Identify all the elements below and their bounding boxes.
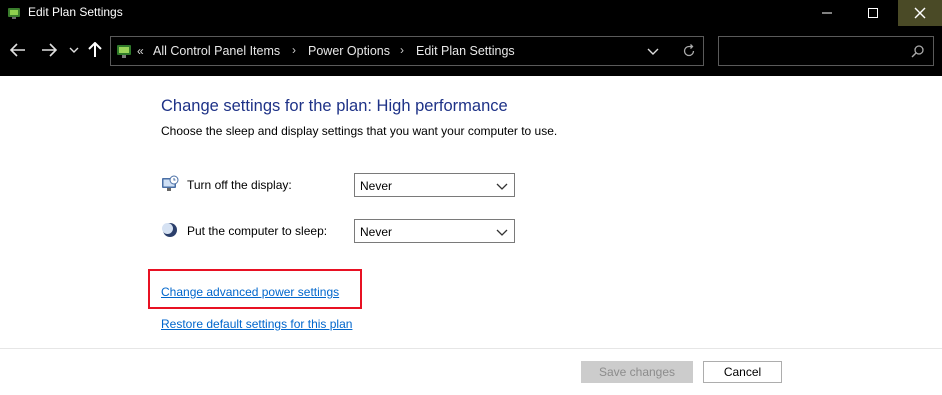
- cancel-button[interactable]: Cancel: [703, 361, 782, 383]
- navigation-bar: « All Control Panel Items › Power Option…: [0, 26, 942, 76]
- moon-icon: [161, 221, 179, 239]
- close-icon: [914, 7, 926, 19]
- up-arrow-icon[interactable]: [86, 41, 104, 59]
- close-button[interactable]: [898, 0, 942, 26]
- breadcrumb-all-control-panel-items[interactable]: All Control Panel Items: [153, 44, 280, 58]
- breadcrumb-separator[interactable]: ›: [292, 43, 296, 57]
- page-title: Change settings for the plan: High perfo…: [161, 97, 508, 115]
- restore-defaults-link[interactable]: Restore default settings for this plan: [161, 317, 352, 331]
- window-title: Edit Plan Settings: [28, 5, 123, 19]
- sleep-timeout-label: Put the computer to sleep:: [187, 224, 328, 238]
- display-timeout-value: Never: [360, 179, 393, 193]
- save-changes-button[interactable]: Save changes: [581, 361, 693, 383]
- sleep-timeout-select[interactable]: Never: [354, 219, 515, 243]
- forward-arrow-icon[interactable]: [40, 41, 58, 59]
- title-bar: Edit Plan Settings: [0, 0, 942, 26]
- search-box[interactable]: [718, 36, 934, 66]
- chevron-down-icon: [496, 227, 508, 237]
- breadcrumb-edit-plan-settings[interactable]: Edit Plan Settings: [416, 44, 515, 58]
- display-timeout-label: Turn off the display:: [187, 178, 292, 192]
- back-arrow-icon[interactable]: [9, 41, 27, 59]
- minimize-button[interactable]: [804, 0, 850, 26]
- search-icon[interactable]: [911, 44, 925, 58]
- breadcrumb-separator[interactable]: ›: [400, 43, 404, 57]
- display-timeout-select[interactable]: Never: [354, 173, 515, 197]
- breadcrumb-power-options[interactable]: Power Options: [308, 44, 390, 58]
- control-panel-icon: [115, 42, 133, 60]
- address-bar[interactable]: « All Control Panel Items › Power Option…: [110, 36, 704, 66]
- monitor-icon: [161, 175, 179, 193]
- recent-locations-chevron-icon[interactable]: [67, 41, 81, 59]
- advanced-power-settings-link[interactable]: Change advanced power settings: [161, 285, 339, 299]
- breadcrumb-overflow[interactable]: «: [137, 44, 144, 58]
- refresh-icon[interactable]: [681, 43, 697, 59]
- chevron-down-icon: [496, 181, 508, 191]
- maximize-button[interactable]: [850, 0, 896, 26]
- footer-bar: Save changes Cancel: [0, 348, 942, 395]
- page-description: Choose the sleep and display settings th…: [161, 124, 558, 138]
- main-content: Change settings for the plan: High perfo…: [0, 76, 942, 348]
- address-history-chevron-icon[interactable]: [647, 46, 659, 56]
- power-options-icon: [6, 5, 22, 21]
- sleep-timeout-value: Never: [360, 225, 393, 239]
